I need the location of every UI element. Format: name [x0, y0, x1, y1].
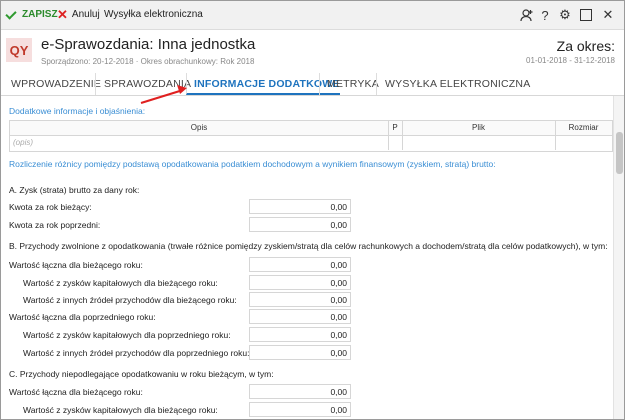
tab-informacje-dodatkowe[interactable]: INFORMACJE DODATKOWE: [186, 73, 340, 95]
column-divider: [402, 121, 403, 150]
group-heading-c: C. Przychody niepodlegające opodatkowani…: [9, 369, 274, 379]
field-label: Wartość z zysków kapitałowych dla bieżąc…: [23, 278, 218, 288]
page-title: e-Sprawozdania: Inna jednostka: [41, 36, 256, 53]
field-label: Wartość łączna dla poprzedniego roku:: [9, 312, 156, 322]
amount-input[interactable]: 0,00: [249, 275, 351, 290]
tab-wysylka-elektroniczna[interactable]: WYSYŁKA ELEKTRONICZNA: [376, 73, 530, 95]
page-subtitle: Sporządzono: 20-12-2018 · Okres obrachun…: [41, 57, 255, 66]
toolbar: ZAPISZ ✕ Anuluj Wysyłka elektroniczna ? …: [1, 1, 624, 30]
maximize-icon[interactable]: [578, 7, 594, 23]
period-range: 01-01-2018 - 31-12-2018: [526, 56, 615, 65]
check-icon: [5, 7, 17, 20]
content-area: Dodatkowe informacje i objaśnienia: Opis…: [1, 96, 613, 419]
user-add-icon[interactable]: [519, 7, 535, 23]
cancel-button[interactable]: ✕ Anuluj: [57, 8, 100, 22]
help-icon[interactable]: ?: [537, 7, 553, 23]
app-window: ZAPISZ ✕ Anuluj Wysyłka elektroniczna ? …: [0, 0, 625, 420]
gear-icon[interactable]: ⚙: [557, 7, 573, 23]
tab-metryka[interactable]: METRYKA: [319, 73, 379, 95]
red-arrow-annotation: [140, 85, 187, 105]
amount-input[interactable]: 0,00: [249, 199, 351, 214]
tab-bar: WPROWADZENIE SPRAWOZDANIA INFORMACJE DOD…: [1, 73, 624, 96]
column-header-rozmiar[interactable]: Rozmiar: [555, 121, 612, 136]
window-close-icon[interactable]: ✕: [600, 7, 616, 23]
section-title-additional-info: Dodatkowe informacje i objaśnienia:: [9, 106, 146, 116]
close-icon: ✕: [57, 7, 68, 22]
period-label: Za okres:: [556, 38, 615, 54]
field-label: Wartość z innych źródeł przychodów dla p…: [23, 348, 250, 358]
field-label: Wartość z innych źródeł przychodów dla b…: [23, 295, 237, 305]
attachments-grid: Opis P Plik Rozmiar (opis): [9, 120, 613, 152]
column-header-p[interactable]: P: [388, 121, 402, 136]
column-divider: [555, 121, 556, 150]
save-button[interactable]: ZAPISZ: [5, 7, 58, 22]
section-title-tax-reconciliation: Rozliczenie różnicy pomiędzy podstawą op…: [9, 159, 496, 169]
description-placeholder[interactable]: (opis): [13, 138, 33, 147]
field-label: Wartość łączna dla bieżącego roku:: [9, 387, 143, 397]
tab-wprowadzenie[interactable]: WPROWADZENIE: [11, 73, 101, 95]
send-electronic-button[interactable]: Wysyłka elektroniczna: [104, 8, 203, 22]
amount-input[interactable]: 0,00: [249, 345, 351, 360]
scrollbar-thumb[interactable]: [616, 132, 623, 174]
cancel-label: Anuluj: [71, 9, 100, 20]
field-label: Kwota za rok poprzedni:: [9, 220, 101, 230]
column-divider: [388, 121, 389, 150]
amount-input[interactable]: 0,00: [249, 257, 351, 272]
app-logo: QY: [6, 38, 32, 62]
amount-input[interactable]: 0,00: [249, 402, 351, 417]
save-label: ZAPISZ: [22, 9, 58, 20]
field-label: Wartość z zysków kapitałowych dla poprze…: [23, 330, 231, 340]
amount-input[interactable]: 0,00: [249, 217, 351, 232]
group-heading-a: A. Zysk (strata) brutto za dany rok:: [9, 185, 140, 195]
field-label: Wartość łączna dla bieżącego roku:: [9, 260, 143, 270]
vertical-scrollbar[interactable]: [613, 96, 624, 419]
field-label: Kwota za rok bieżący:: [9, 202, 92, 212]
group-heading-b: B. Przychody zwolnione z opodatkowania (…: [9, 241, 608, 251]
field-label: Wartość z zysków kapitałowych dla bieżąc…: [23, 405, 218, 415]
amount-input[interactable]: 0,00: [249, 384, 351, 399]
send-label: Wysyłka elektroniczna: [104, 9, 203, 20]
column-header-opis[interactable]: Opis: [10, 121, 388, 136]
column-header-plik[interactable]: Plik: [402, 121, 555, 136]
header: QY e-Sprawozdania: Inna jednostka Sporzą…: [1, 30, 624, 70]
amount-input[interactable]: 0,00: [249, 327, 351, 342]
amount-input[interactable]: 0,00: [249, 292, 351, 307]
amount-input[interactable]: 0,00: [249, 309, 351, 324]
